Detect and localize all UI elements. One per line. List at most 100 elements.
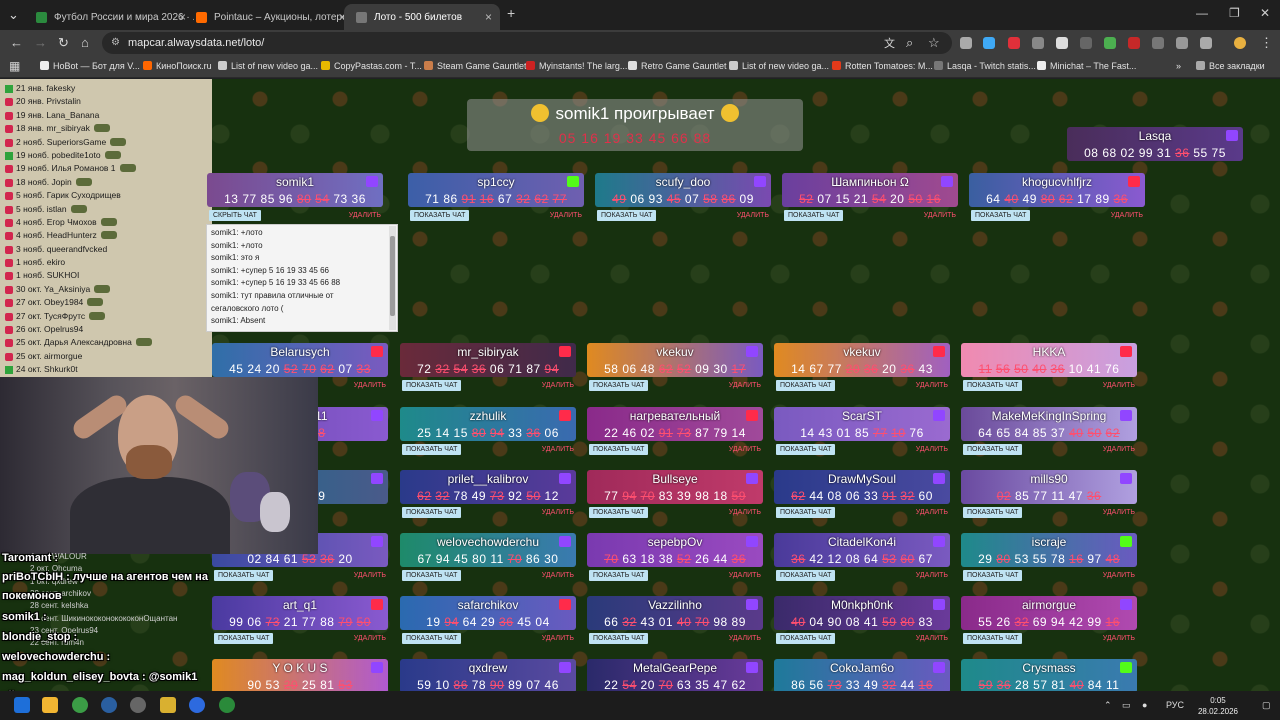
history-row[interactable]: 25 окт. airmorgue	[5, 351, 212, 364]
extension-icon[interactable]	[1008, 37, 1020, 49]
history-row[interactable]: 5 нояб. istlan	[5, 204, 212, 217]
delete-button[interactable]: УДАЛИТЬ	[924, 212, 956, 219]
show-chat-button[interactable]: ПОКАЗАТЬ ЧАТ	[963, 633, 1023, 644]
delete-button[interactable]: УДАЛИТЬ	[354, 382, 386, 389]
show-chat-button[interactable]: ПОКАЗАТЬ ЧАТ	[776, 444, 836, 455]
twitch-icon[interactable]	[559, 662, 571, 673]
avatar[interactable]	[1234, 37, 1246, 49]
forward-icon[interactable]: →	[34, 35, 47, 50]
bookmark[interactable]: List of new video ga...	[218, 61, 318, 71]
scrollbar-thumb[interactable]	[390, 236, 395, 316]
twitch-icon[interactable]	[746, 662, 758, 673]
show-chat-button[interactable]: ПОКАЗАТЬ ЧАТ	[402, 380, 462, 391]
twitch-icon[interactable]	[933, 599, 945, 610]
show-chat-button[interactable]: ПОКАЗАТЬ ЧАТ	[589, 633, 649, 644]
youtube-icon[interactable]	[559, 599, 571, 610]
youtube-icon[interactable]	[1120, 346, 1132, 357]
twitch-icon[interactable]	[1226, 130, 1238, 141]
xbox-icon[interactable]	[219, 697, 235, 713]
reload-icon[interactable]: ↻	[58, 35, 69, 51]
translate-icon[interactable]: 文	[884, 35, 895, 51]
delete-button[interactable]: УДАЛИТЬ	[1103, 572, 1135, 579]
tab-search-icon[interactable]: ⌄	[8, 7, 19, 23]
youtube-icon[interactable]	[371, 599, 383, 610]
extension-icon[interactable]	[1104, 37, 1116, 49]
show-chat-button[interactable]: ПОКАЗАТЬ ЧАТ	[784, 210, 844, 221]
delete-button[interactable]: УДАЛИТЬ	[729, 446, 761, 453]
network-icon[interactable]: ▭	[1122, 700, 1131, 711]
bookmark[interactable]: Lasqa - Twitch statis...	[934, 61, 1036, 71]
player-icon[interactable]	[189, 697, 205, 713]
delete-button[interactable]: УДАЛИТЬ	[916, 635, 948, 642]
show-chat-button[interactable]: ПОКАЗАТЬ ЧАТ	[776, 507, 836, 518]
bookmark[interactable]: List of new video ga...	[729, 61, 829, 71]
show-chat-button[interactable]: ПОКАЗАТЬ ЧАТ	[410, 210, 470, 221]
delete-button[interactable]: УДАЛИТЬ	[916, 446, 948, 453]
bookmark[interactable]: Steam Game Gauntlet	[424, 61, 527, 71]
history-row[interactable]: 30 окт. Ya_Aksiniya	[5, 284, 212, 297]
home-icon[interactable]: ⌂	[81, 35, 89, 50]
chrome-icon[interactable]	[72, 697, 88, 713]
youtube-icon[interactable]	[371, 346, 383, 357]
twitch-icon[interactable]	[941, 176, 953, 187]
delete-button[interactable]: УДАЛИТЬ	[737, 212, 769, 219]
restore-icon[interactable]: ❐	[1229, 6, 1240, 20]
show-chat-button[interactable]: ПОКАЗАТЬ ЧАТ	[776, 633, 836, 644]
history-row[interactable]: 27 окт. Obey1984	[5, 297, 212, 310]
bookmark[interactable]: Retro Game Gauntlet	[628, 61, 727, 71]
show-chat-button[interactable]: ПОКАЗАТЬ ЧАТ	[971, 210, 1031, 221]
menu-icon[interactable]: ⋮	[1260, 35, 1273, 51]
history-row[interactable]: 20 янв. Privstalin	[5, 96, 212, 109]
history-row[interactable]: 19 янв. Lana_Banana	[5, 110, 212, 123]
extension-icon[interactable]	[1080, 37, 1092, 49]
delete-button[interactable]: УДАЛИТЬ	[916, 509, 948, 516]
twitch-icon[interactable]	[366, 176, 378, 187]
extension-icon[interactable]	[1056, 37, 1068, 49]
bookmark[interactable]: КиноПоиск.ru	[143, 61, 212, 71]
new-tab-icon[interactable]: +	[507, 5, 515, 21]
show-chat-button[interactable]: ПОКАЗАТЬ ЧАТ	[963, 380, 1023, 391]
delete-button[interactable]: УДАЛИТЬ	[354, 635, 386, 642]
extension-icon[interactable]	[1176, 37, 1188, 49]
twitch-icon[interactable]	[371, 536, 383, 547]
clock[interactable]: 0:05 28.02.2026	[1198, 695, 1238, 717]
bookmark[interactable]: НоBot — Бот для V...	[40, 61, 140, 71]
start-icon[interactable]	[14, 697, 30, 713]
show-chat-button[interactable]: ПОКАЗАТЬ ЧАТ	[963, 444, 1023, 455]
extension-icon[interactable]	[1152, 37, 1164, 49]
star-icon[interactable]: ☆	[928, 35, 940, 51]
show-chat-button[interactable]: ПОКАЗАТЬ ЧАТ	[589, 444, 649, 455]
twitch-icon[interactable]	[933, 536, 945, 547]
twitch-icon[interactable]	[933, 662, 945, 673]
history-row[interactable]: 19 нояб. Илья Романов 1	[5, 163, 212, 176]
history-row[interactable]: 24 окт. Shkurk0t	[5, 364, 212, 377]
site-info-icon[interactable]: ⚙	[111, 37, 120, 48]
obs-icon[interactable]	[130, 697, 146, 713]
twitch-icon[interactable]	[933, 410, 945, 421]
history-row[interactable]: 3 нояб. queerandfvcked	[5, 244, 212, 257]
delete-button[interactable]: УДАЛИТЬ	[542, 635, 574, 642]
kick-icon[interactable]	[1120, 536, 1132, 547]
delete-button[interactable]: УДАЛИТЬ	[916, 382, 948, 389]
delete-button[interactable]: УДАЛИТЬ	[729, 382, 761, 389]
delete-button[interactable]: УДАЛИТЬ	[1103, 446, 1135, 453]
delete-button[interactable]: УДАЛИТЬ	[542, 509, 574, 516]
twitch-icon[interactable]	[371, 662, 383, 673]
youtube-icon[interactable]	[559, 410, 571, 421]
youtube-icon[interactable]	[559, 346, 571, 357]
twitch-icon[interactable]	[746, 536, 758, 547]
delete-button[interactable]: УДАЛИТЬ	[550, 212, 582, 219]
show-chat-button[interactable]: ПОКАЗАТЬ ЧАТ	[963, 507, 1023, 518]
history-row[interactable]: 4 нояб. HeadHunterz	[5, 230, 212, 243]
bookmark[interactable]: CopyPastas.com - T...	[321, 61, 422, 71]
history-row[interactable]: 18 янв. mr_sibiryak	[5, 123, 212, 136]
history-row[interactable]: 1 нояб. SUKHOI	[5, 270, 212, 283]
zoom-icon[interactable]: ⌕	[906, 35, 913, 51]
delete-button[interactable]: УДАЛИТЬ	[1103, 635, 1135, 642]
language-indicator[interactable]: РУС	[1166, 700, 1184, 710]
minimize-icon[interactable]: —	[1196, 6, 1208, 20]
twitch-icon[interactable]	[746, 473, 758, 484]
show-chat-button[interactable]: ПОКАЗАТЬ ЧАТ	[597, 210, 657, 221]
bookmark[interactable]: Minichat – The Fast...	[1037, 61, 1136, 71]
close-icon[interactable]: ×	[485, 10, 492, 24]
